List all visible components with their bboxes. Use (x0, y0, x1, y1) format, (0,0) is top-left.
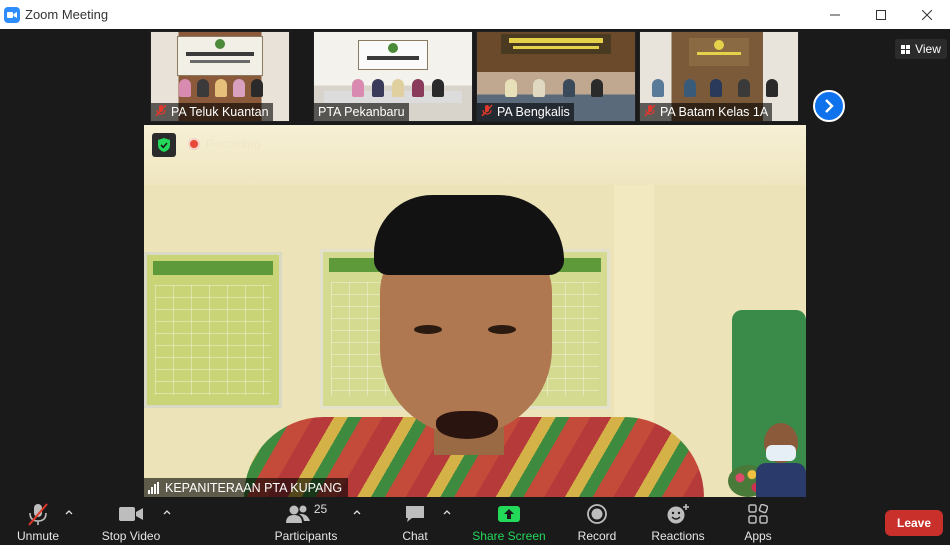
gallery-strip: PA Teluk Kuantan PTA Pekanbaru PA Bengka… (0, 29, 950, 125)
record-icon (586, 501, 608, 527)
reactions-label: Reactions (651, 529, 705, 543)
signal-bars-icon (148, 481, 159, 494)
background-person (756, 423, 806, 497)
muted-mic-icon (155, 104, 167, 120)
participant-tile[interactable]: PA Bengkalis (476, 31, 636, 122)
chat-label: Chat (402, 529, 428, 543)
media-center-banner (177, 36, 263, 76)
person (652, 79, 664, 97)
person (215, 79, 227, 97)
person (197, 79, 209, 97)
person (432, 79, 444, 97)
share-screen-icon (497, 501, 521, 527)
stop-video-label: Stop Video (101, 529, 161, 543)
person (710, 79, 722, 97)
record-button[interactable]: Record (572, 497, 622, 545)
media-center-banner (501, 34, 611, 54)
participant-name-label: PA Bengkalis (477, 103, 574, 121)
muted-mic-icon (481, 104, 493, 120)
minimize-button[interactable] (812, 0, 858, 29)
participant-name-label: PA Batam Kelas 1A (640, 103, 773, 121)
zoom-window: Zoom Meeting PA Teluk Kuantan PTA Pekanb… (0, 0, 950, 545)
share-screen-label: Share Screen (472, 529, 546, 543)
close-button[interactable] (904, 0, 950, 29)
person (251, 79, 263, 97)
reactions-button[interactable]: Reactions (648, 497, 708, 545)
person (684, 79, 696, 97)
leave-button[interactable]: Leave (885, 510, 943, 536)
chevron-right-icon (825, 99, 834, 113)
participant-tile[interactable]: PTA Pekanbaru (313, 31, 473, 122)
window-title: Zoom Meeting (25, 7, 109, 22)
unmute-label: Unmute (16, 529, 60, 543)
muted-mic-icon (644, 104, 656, 120)
chevron-up-icon (163, 510, 171, 515)
chevron-up-icon (443, 510, 451, 515)
stop-video-button[interactable]: Stop Video (96, 497, 166, 545)
participant-tile[interactable]: PA Batam Kelas 1A (639, 31, 799, 122)
zoom-logo-icon (4, 6, 20, 23)
person (533, 79, 545, 97)
participant-name: PA Teluk Kuantan (171, 105, 269, 119)
view-label: View (915, 42, 941, 56)
maximize-button[interactable] (858, 0, 904, 29)
person (766, 79, 778, 97)
banner (358, 40, 428, 70)
person (179, 79, 191, 97)
person (392, 79, 404, 97)
person (233, 79, 245, 97)
title-bar: Zoom Meeting (0, 0, 950, 29)
person (372, 79, 384, 97)
video-camera-icon (118, 501, 144, 527)
chat-options-caret[interactable] (442, 507, 452, 517)
unmute-button[interactable]: Unmute (12, 497, 64, 545)
recording-indicator: Recording (188, 137, 261, 151)
person (563, 79, 575, 97)
chat-button[interactable]: Chat (393, 497, 437, 545)
apps-icon (748, 501, 768, 527)
shield-check-icon (158, 138, 170, 152)
meeting-toolbar: Unmute Stop Video 25 Participants Chat S… (0, 497, 950, 545)
participants-icon: 25 (270, 501, 342, 527)
reaction-smiley-icon (666, 501, 690, 527)
apps-button[interactable]: Apps (736, 497, 780, 545)
grid-icon (901, 44, 911, 54)
person (505, 79, 517, 97)
record-label: Record (577, 529, 617, 543)
audio-options-caret[interactable] (64, 507, 74, 517)
person (738, 79, 750, 97)
participant-name: PA Batam Kelas 1A (660, 105, 769, 119)
speaker-name-label: KEPANITERAAN PTA KUPANG (144, 478, 349, 497)
chevron-up-icon (65, 510, 73, 515)
media-center-banner (689, 38, 749, 66)
window-controls (812, 0, 950, 29)
apps-label: Apps (744, 529, 772, 543)
participant-name: PTA Pekanbaru (318, 105, 405, 119)
chat-bubble-icon (404, 501, 426, 527)
chevron-up-icon (353, 510, 361, 515)
next-page-button[interactable] (813, 90, 845, 122)
participant-name-label: PTA Pekanbaru (314, 103, 409, 121)
person (352, 79, 364, 97)
participant-name: PA Bengkalis (497, 105, 570, 119)
person (591, 79, 603, 97)
share-screen-button[interactable]: Share Screen (470, 497, 548, 545)
active-speaker-video: Recording KEPANITERAAN PTA KUPANG (144, 125, 806, 497)
speaker-name: KEPANITERAAN PTA KUPANG (165, 480, 343, 495)
person (412, 79, 424, 97)
participants-options-caret[interactable] (352, 507, 362, 517)
security-badge[interactable] (152, 133, 176, 157)
participants-label: Participants (274, 529, 338, 543)
ceiling (144, 125, 806, 185)
participants-count: 25 (313, 502, 328, 516)
view-button[interactable]: View (895, 39, 947, 59)
recording-dot-icon (188, 138, 200, 150)
participant-name-label: PA Teluk Kuantan (151, 103, 273, 121)
speaker-figure (244, 195, 704, 497)
participant-tile[interactable]: PA Teluk Kuantan (150, 31, 290, 122)
recording-label: Recording (206, 137, 261, 151)
muted-mic-icon (27, 501, 49, 527)
video-options-caret[interactable] (162, 507, 172, 517)
participants-button[interactable]: 25 Participants (270, 497, 342, 545)
